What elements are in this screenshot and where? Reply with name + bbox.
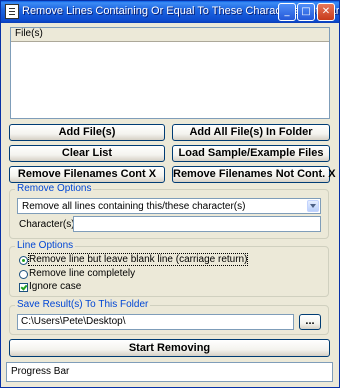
close-icon: ✕ xyxy=(321,6,331,17)
add-all-files-in-folder-button[interactable]: Add All File(s) In Folder xyxy=(172,124,330,141)
remove-options-legend: Remove Options xyxy=(15,183,94,194)
maximize-icon: □ xyxy=(301,6,311,17)
ignore-case-checkbox[interactable] xyxy=(19,283,28,292)
minimize-button[interactable]: _ xyxy=(278,3,296,21)
ignore-case-label[interactable]: Ignore case xyxy=(29,281,81,292)
maximize-button[interactable]: □ xyxy=(297,3,315,21)
file-list-header[interactable]: File(s) xyxy=(11,28,329,42)
remove-options-group: Remove Options Remove all lines containi… xyxy=(9,183,329,239)
line-options-legend: Line Options xyxy=(15,240,76,251)
close-button[interactable]: ✕ xyxy=(317,3,335,21)
save-results-group: Save Result(s) To This Folder C:\Users\P… xyxy=(9,299,329,335)
file-list[interactable]: File(s) xyxy=(10,27,330,119)
output-folder-input[interactable]: C:\Users\Pete\Desktop\ xyxy=(17,314,294,330)
remove-mode-selected: Remove all lines containing this/these c… xyxy=(22,201,246,212)
save-results-legend: Save Result(s) To This Folder xyxy=(15,299,151,310)
radio-remove-completely-label[interactable]: Remove line completely xyxy=(29,268,135,279)
title-bar[interactable]: Remove Lines Containing Or Equal To Thes… xyxy=(1,1,339,23)
radio-leave-blank-line-label[interactable]: Remove line but leave blank line (carria… xyxy=(27,253,249,266)
characters-input[interactable] xyxy=(73,216,321,232)
app-window: Remove Lines Containing Or Equal To Thes… xyxy=(0,0,340,388)
progress-bar-label: Progress Bar xyxy=(11,366,70,377)
load-sample-files-button[interactable]: Load Sample/Example Files xyxy=(172,145,330,162)
line-options-group: Line Options Remove line but leave blank… xyxy=(9,240,329,297)
remove-filenames-cont-button[interactable]: Remove Filenames Cont X xyxy=(9,166,165,183)
add-files-button[interactable]: Add File(s) xyxy=(9,124,165,141)
characters-label: Character(s): xyxy=(19,219,78,230)
minimize-icon: _ xyxy=(284,6,290,17)
app-document-icon xyxy=(5,4,19,19)
remove-mode-select[interactable]: Remove all lines containing this/these c… xyxy=(17,198,321,214)
remove-filenames-not-cont-button[interactable]: Remove Filenames Not Cont. X xyxy=(172,166,336,183)
progress-bar: Progress Bar xyxy=(6,362,333,382)
browse-folder-button[interactable]: ... xyxy=(299,314,321,330)
radio-leave-blank-line[interactable] xyxy=(19,256,28,265)
chevron-down-icon[interactable] xyxy=(307,200,319,212)
start-removing-button[interactable]: Start Removing xyxy=(9,339,330,357)
clear-list-button[interactable]: Clear List xyxy=(9,145,165,162)
radio-remove-completely[interactable] xyxy=(19,270,28,279)
